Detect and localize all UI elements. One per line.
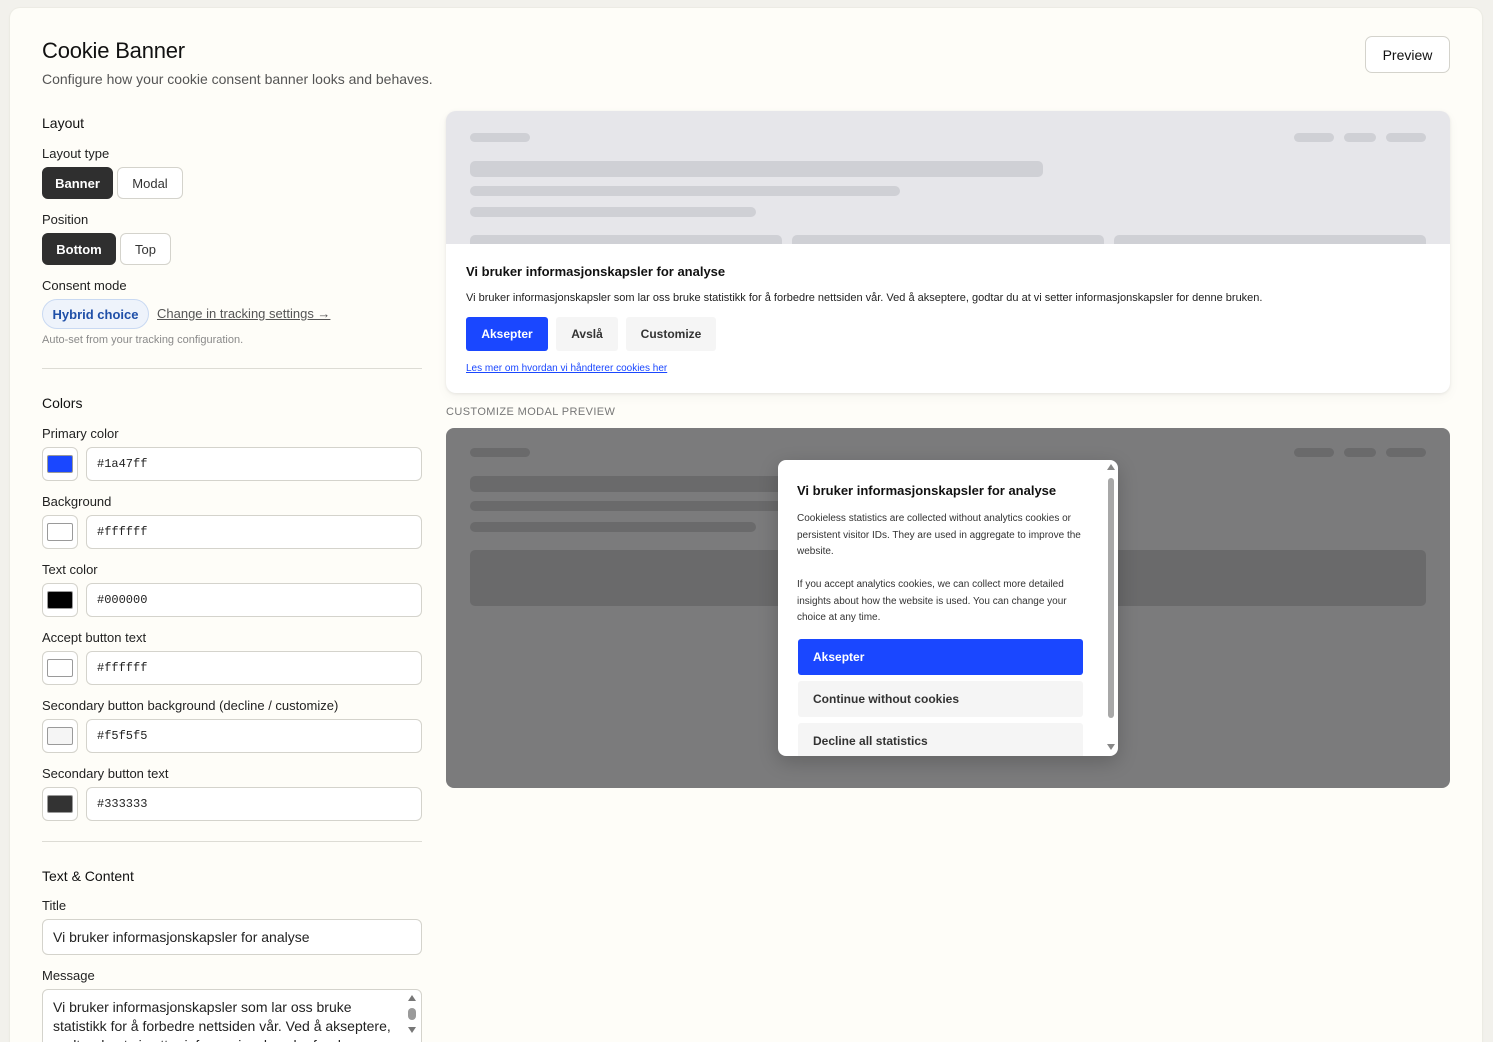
text-color-picker[interactable]	[42, 583, 78, 617]
modal-preview-label: CUSTOMIZE MODAL PREVIEW	[446, 406, 616, 418]
colors-heading: Colors	[42, 395, 83, 411]
content-heading: Text & Content	[42, 868, 134, 884]
title-input[interactable]: Vi bruker informasjonskapsler for analys…	[42, 919, 422, 955]
color-swatch	[47, 795, 73, 813]
banner-customize-button[interactable]: Customize	[626, 317, 716, 351]
skeleton-nav	[1294, 448, 1334, 457]
skeleton-line	[470, 207, 756, 217]
position-label: Position	[42, 212, 89, 227]
scroll-up-icon[interactable]	[408, 995, 416, 1001]
secondary-bg-color-label: Secondary button background (decline / c…	[42, 698, 339, 713]
scroll-down-icon[interactable]	[408, 1027, 416, 1033]
modal-decline-all-button[interactable]: Decline all statistics	[798, 723, 1083, 756]
accept-text-color-label: Accept button text	[42, 630, 147, 645]
skeleton-line	[470, 186, 900, 196]
position-option-bottom[interactable]: Bottom	[42, 233, 116, 265]
secondary-text-color-input[interactable]: #333333	[86, 787, 422, 821]
skeleton-nav	[1294, 133, 1334, 142]
secondary-bg-color-picker[interactable]	[42, 719, 78, 753]
modal-title: Vi bruker informasjonskapsler for analys…	[797, 483, 1057, 498]
banner-accept-button[interactable]: Aksepter	[466, 317, 548, 351]
primary-color-picker[interactable]	[42, 447, 78, 481]
layout-heading: Layout	[42, 115, 85, 131]
accept-text-color-picker[interactable]	[42, 651, 78, 685]
color-swatch	[47, 591, 73, 609]
modal-paragraph-1: Cookieless statistics are collected with…	[797, 513, 1081, 557]
section-divider	[42, 841, 422, 842]
scroll-thumb[interactable]	[408, 1008, 416, 1020]
consent-mode-label: Consent mode	[42, 278, 127, 293]
scroll-thumb[interactable]	[1108, 478, 1114, 718]
primary-color-label: Primary color	[42, 426, 119, 441]
scroll-up-icon[interactable]	[1107, 464, 1115, 470]
skeleton-line	[470, 522, 756, 532]
skeleton-nav	[1386, 448, 1426, 457]
modal-accept-button[interactable]: Aksepter	[798, 639, 1083, 675]
section-divider	[42, 368, 422, 369]
primary-color-input[interactable]: #1a47ff	[86, 447, 422, 481]
position-option-top[interactable]: Top	[120, 233, 171, 265]
background-color-label: Background	[42, 494, 112, 509]
textarea-scrollbar[interactable]	[406, 993, 418, 1041]
skeleton-nav	[1344, 448, 1376, 457]
cookie-modal: Vi bruker informasjonskapsler for analys…	[778, 460, 1118, 756]
skeleton-heading	[470, 161, 1043, 177]
tracking-settings-link[interactable]: Change in tracking settings →	[157, 306, 330, 321]
color-swatch	[47, 727, 73, 745]
banner-decline-button[interactable]: Avslå	[556, 317, 618, 351]
banner-preview: Vi bruker informasjonskapsler for analys…	[446, 111, 1450, 393]
preview-button[interactable]: Preview	[1365, 36, 1450, 73]
background-color-input[interactable]: #ffffff	[86, 515, 422, 549]
modal-scrollbar[interactable]	[1104, 460, 1118, 756]
modal-continue-without-cookies-button[interactable]: Continue without cookies	[798, 681, 1083, 717]
skeleton-nav	[1344, 133, 1376, 142]
layout-option-modal[interactable]: Modal	[117, 167, 183, 199]
page-subtitle: Configure how your cookie consent banner…	[42, 71, 433, 87]
skeleton-logo	[470, 448, 530, 457]
background-color-picker[interactable]	[42, 515, 78, 549]
secondary-text-color-label: Secondary button text	[42, 766, 169, 781]
accept-text-color-input[interactable]: #ffffff	[86, 651, 422, 685]
page-title: Cookie Banner	[42, 38, 185, 63]
secondary-bg-color-input[interactable]: #f5f5f5	[86, 719, 422, 753]
message-textarea[interactable]: Vi bruker informasjonskapsler som lar os…	[42, 989, 422, 1042]
banner-title: Vi bruker informasjonskapsler for analys…	[466, 264, 726, 279]
skeleton-nav	[1386, 133, 1426, 142]
color-swatch	[47, 455, 73, 473]
text-color-label: Text color	[42, 562, 98, 577]
skeleton-logo	[470, 133, 530, 142]
secondary-text-color-picker[interactable]	[42, 787, 78, 821]
banner-message: Vi bruker informasjonskapsler som lar os…	[466, 292, 1263, 304]
scroll-down-icon[interactable]	[1107, 744, 1115, 750]
layout-option-banner[interactable]: Banner	[42, 167, 113, 199]
color-swatch	[47, 523, 73, 541]
consent-hint: Auto-set from your tracking configuratio…	[42, 334, 244, 346]
message-label: Message	[42, 968, 95, 983]
text-color-input[interactable]: #000000	[86, 583, 422, 617]
message-text: Vi bruker informasjonskapsler som lar os…	[53, 999, 391, 1042]
layout-type-label: Layout type	[42, 146, 110, 161]
banner-cookie-policy-link[interactable]: Les mer om hvordan vi håndterer cookies …	[466, 363, 667, 374]
title-label: Title	[42, 898, 67, 913]
color-swatch	[47, 659, 73, 677]
consent-mode-badge: Hybrid choice	[42, 299, 149, 329]
modal-paragraph-2: If you accept analytics cookies, we can …	[797, 579, 1067, 623]
